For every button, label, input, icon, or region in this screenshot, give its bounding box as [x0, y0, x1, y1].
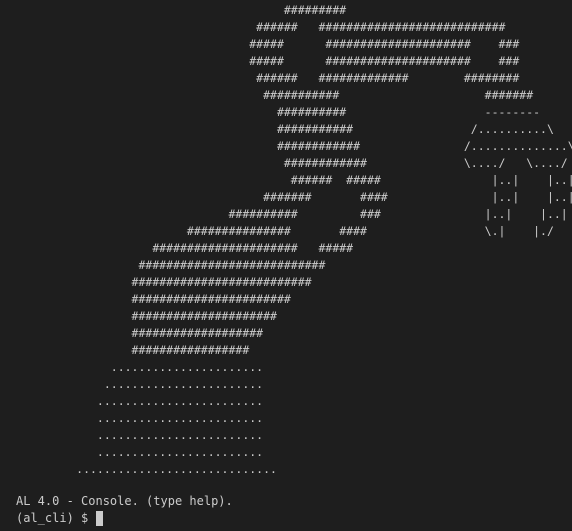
- ascii-art-line: ###################: [0, 326, 264, 340]
- ascii-art-line: ########### #######: [0, 88, 534, 102]
- ascii-art-line: ########## --------: [0, 105, 541, 119]
- ascii-art-line: ##################### #####: [0, 241, 354, 255]
- ascii-art-line: ############ /..............\: [0, 139, 572, 153]
- command-prompt-row[interactable]: (al_cli) $: [16, 510, 104, 527]
- ascii-art-line: ###### ###########################: [0, 20, 506, 34]
- ascii-art-line: #########: [0, 3, 347, 17]
- ascii-art-line: ........................: [0, 445, 264, 459]
- ascii-art-line: ##### ##################### ###: [0, 37, 520, 51]
- ascii-art-line: ############ \..../ \..../: [0, 156, 568, 170]
- ascii-art-line: ........................: [0, 428, 264, 442]
- terminal-window[interactable]: ######### ###### #######################…: [0, 0, 572, 531]
- ascii-art-line: ########### /..........\: [0, 122, 554, 136]
- ascii-art: ######### ###### #######################…: [0, 0, 572, 478]
- ascii-art-line: ##########################: [0, 275, 312, 289]
- ascii-art-line: #################: [0, 343, 250, 357]
- ascii-art-line: #####################: [0, 309, 277, 323]
- ascii-art-line: ############### #### \.| |./: [0, 224, 554, 238]
- ascii-art-line: ###### ##### |..| |..|: [0, 173, 572, 187]
- console-banner: AL 4.0 - Console. (type help).: [16, 494, 233, 508]
- ascii-art-line: #######################: [0, 292, 291, 306]
- ascii-art-line: .......................: [0, 377, 264, 391]
- ascii-art-line: .............................: [0, 462, 277, 476]
- ascii-art-line: ###########################: [0, 258, 326, 272]
- ascii-art-line: ########## ### |..| |..|: [0, 207, 568, 221]
- prompt-label: (al_cli) $: [16, 511, 89, 525]
- ascii-art-line: ........................: [0, 394, 264, 408]
- ascii-art-line: ......................: [0, 360, 264, 374]
- ascii-art-line: ###### ############# ########: [0, 71, 520, 85]
- ascii-art-line: ####### #### |..| |..|: [0, 190, 572, 204]
- block-cursor: [96, 511, 104, 526]
- ascii-art-line: ##### ##################### ###: [0, 54, 520, 68]
- ascii-art-line: ........................: [0, 411, 264, 425]
